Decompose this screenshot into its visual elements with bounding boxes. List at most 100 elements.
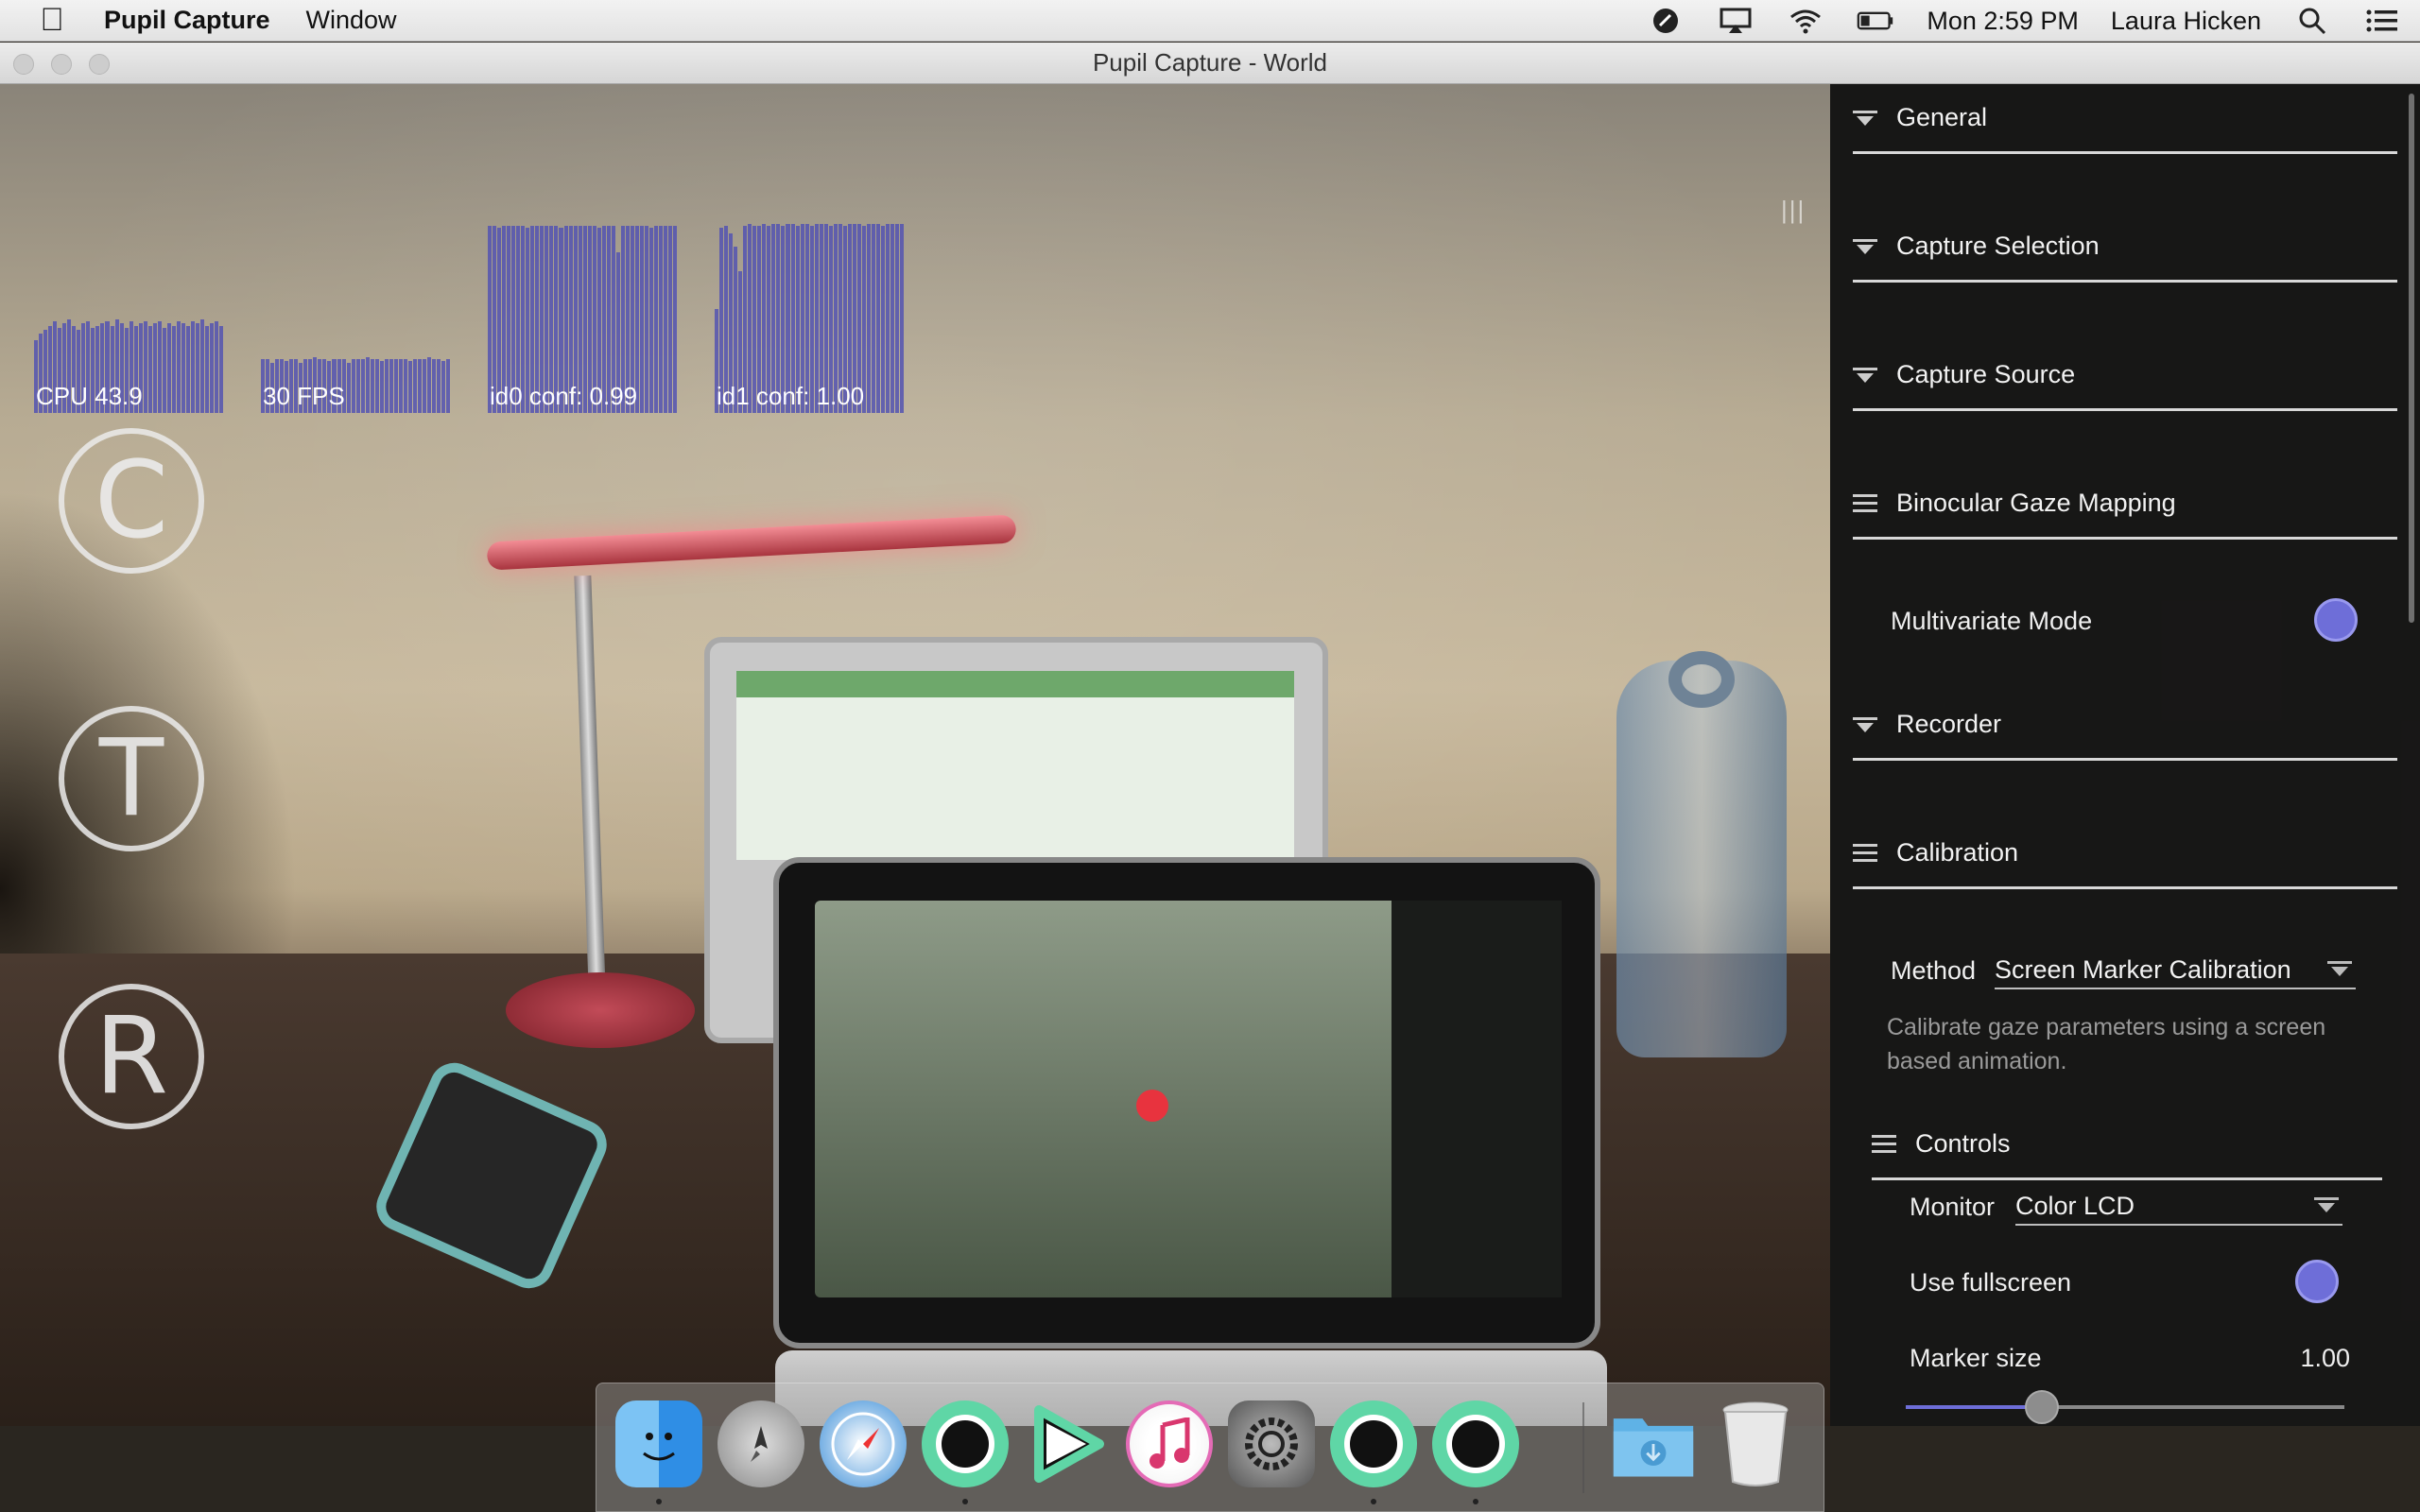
foreground-laptop bbox=[773, 857, 1600, 1349]
app-menu[interactable]: Pupil Capture bbox=[104, 6, 270, 35]
menubar-clock[interactable]: Mon 2:59 PM bbox=[1927, 7, 2079, 36]
pupil-player-icon[interactable] bbox=[1024, 1400, 1111, 1487]
graph-bar bbox=[664, 226, 668, 413]
section-calibration[interactable]: Calibration bbox=[1853, 819, 2397, 889]
window-menu[interactable]: Window bbox=[306, 6, 397, 35]
sidebar-scrollbar[interactable] bbox=[2409, 94, 2414, 623]
graph-bar bbox=[171, 325, 176, 413]
method-select-value: Screen Marker Calibration bbox=[1995, 954, 2291, 984]
collapse-icon[interactable] bbox=[1853, 366, 1877, 385]
graph-bar bbox=[398, 359, 403, 413]
calibration-marker-dot bbox=[1136, 1090, 1168, 1122]
graph-bar bbox=[673, 226, 678, 413]
graph-bar bbox=[219, 325, 224, 413]
close-window-button[interactable] bbox=[13, 54, 34, 75]
monitor-select-value: Color LCD bbox=[2015, 1191, 2135, 1220]
use-fullscreen-toggle[interactable] bbox=[2295, 1260, 2339, 1303]
graph-bar bbox=[215, 321, 219, 413]
section-capture-source[interactable]: Capture Source bbox=[1853, 341, 2397, 411]
speed-dial-icon[interactable] bbox=[1647, 6, 1685, 36]
graph-bar bbox=[162, 327, 166, 413]
menu-icon[interactable] bbox=[1853, 493, 1877, 513]
battery-icon[interactable] bbox=[1857, 6, 1894, 36]
menu-toggle-icon[interactable]: ||| bbox=[1781, 196, 1806, 225]
multivariate-mode-label: Multivariate Mode bbox=[1891, 606, 2093, 635]
zoom-window-button[interactable] bbox=[89, 54, 110, 75]
section-recorder[interactable]: Recorder bbox=[1853, 691, 2397, 761]
marker-size-slider-handle[interactable] bbox=[2024, 1390, 2059, 1424]
pupil-capture-icon[interactable] bbox=[1330, 1400, 1417, 1487]
monitor-select[interactable]: Color LCD bbox=[2015, 1188, 2342, 1226]
downloads-icon[interactable] bbox=[1610, 1400, 1697, 1487]
world-window: Pupil Capture - World CPU 43.9 30 FPS id… bbox=[0, 43, 2420, 1512]
graph-bar bbox=[640, 226, 645, 413]
marker-size-value: 1.00 bbox=[2300, 1343, 2350, 1372]
calibrate-button[interactable]: C bbox=[59, 428, 204, 574]
marker-size-label: Marker size bbox=[1910, 1343, 2042, 1372]
graph-bar bbox=[191, 321, 196, 413]
graph-bar bbox=[196, 323, 200, 413]
trash-icon[interactable] bbox=[1712, 1400, 1799, 1487]
spotlight-search-icon[interactable] bbox=[2293, 6, 2331, 36]
method-select[interactable]: Screen Marker Calibration bbox=[1995, 952, 2356, 989]
graph-bar bbox=[645, 226, 649, 413]
running-indicator bbox=[962, 1499, 968, 1504]
graph-bar bbox=[374, 359, 379, 413]
menubar-user[interactable]: Laura Hicken bbox=[2111, 7, 2261, 36]
section-controls[interactable]: Controls bbox=[1872, 1110, 2382, 1180]
pupil-icon[interactable] bbox=[922, 1400, 1009, 1487]
use-fullscreen-label: Use fullscreen bbox=[1910, 1267, 2072, 1297]
water-bottle bbox=[1616, 661, 1787, 1057]
graph-bar bbox=[413, 359, 418, 413]
eye1-confidence-label: id1 conf: 1.00 bbox=[717, 382, 865, 410]
graph-bar bbox=[432, 359, 437, 413]
graph-bar bbox=[427, 357, 432, 413]
graph-bar bbox=[181, 323, 185, 413]
graph-bar bbox=[346, 362, 351, 413]
test-button[interactable]: T bbox=[59, 706, 204, 851]
record-button[interactable]: R bbox=[59, 984, 204, 1129]
graph-bar bbox=[403, 359, 407, 413]
section-general-label: General bbox=[1896, 103, 1988, 131]
graph-bar bbox=[446, 359, 451, 413]
menu-icon[interactable] bbox=[1872, 1134, 1896, 1154]
fps-graph: 30 FPS bbox=[261, 224, 451, 413]
collapse-icon[interactable] bbox=[1853, 715, 1877, 734]
safari-icon[interactable] bbox=[820, 1400, 907, 1487]
notification-center-icon[interactable] bbox=[2363, 6, 2401, 36]
cpu-graph-label: CPU 43.9 bbox=[36, 382, 143, 410]
cpu-graph: CPU 43.9 bbox=[34, 224, 224, 413]
minimize-window-button[interactable] bbox=[51, 54, 72, 75]
running-indicator bbox=[1371, 1499, 1376, 1504]
pupil-service-icon[interactable] bbox=[1432, 1400, 1519, 1487]
collapse-icon[interactable] bbox=[1853, 109, 1877, 128]
graph-bar bbox=[186, 325, 191, 413]
section-binocular-gaze-mapping[interactable]: Binocular Gaze Mapping bbox=[1853, 470, 2397, 540]
multivariate-mode-toggle[interactable] bbox=[2314, 598, 2358, 642]
section-capture-selection-label: Capture Selection bbox=[1896, 232, 2100, 260]
graph-bar bbox=[900, 224, 905, 413]
graph-bar bbox=[876, 224, 881, 413]
graph-bar bbox=[649, 228, 654, 413]
fps-graph-label: 30 FPS bbox=[263, 382, 345, 410]
airplay-icon[interactable] bbox=[1717, 6, 1754, 36]
section-calibration-label: Calibration bbox=[1896, 838, 2019, 867]
window-titlebar[interactable]: Pupil Capture - World bbox=[0, 43, 2420, 84]
graph-bar bbox=[418, 359, 423, 413]
apple-menu-icon[interactable]:  bbox=[0, 2, 104, 39]
section-general[interactable]: General bbox=[1853, 84, 2397, 154]
wifi-icon[interactable] bbox=[1787, 6, 1824, 36]
menu-icon[interactable] bbox=[1853, 843, 1877, 863]
itunes-icon[interactable] bbox=[1126, 1400, 1213, 1487]
collapse-icon[interactable] bbox=[1853, 237, 1877, 256]
graph-bar bbox=[365, 357, 370, 413]
section-capture-selection[interactable]: Capture Selection bbox=[1853, 213, 2397, 283]
graph-bar bbox=[370, 359, 374, 413]
section-controls-label: Controls bbox=[1915, 1129, 2011, 1158]
launchpad-icon[interactable] bbox=[717, 1400, 804, 1487]
graph-bar bbox=[166, 323, 171, 413]
graph-bar bbox=[205, 325, 210, 413]
finder-icon[interactable] bbox=[615, 1400, 702, 1487]
system-preferences-icon[interactable] bbox=[1228, 1400, 1315, 1487]
world-camera-view[interactable]: CPU 43.9 30 FPS id0 conf: 0.99 id1 conf:… bbox=[0, 84, 1830, 1426]
